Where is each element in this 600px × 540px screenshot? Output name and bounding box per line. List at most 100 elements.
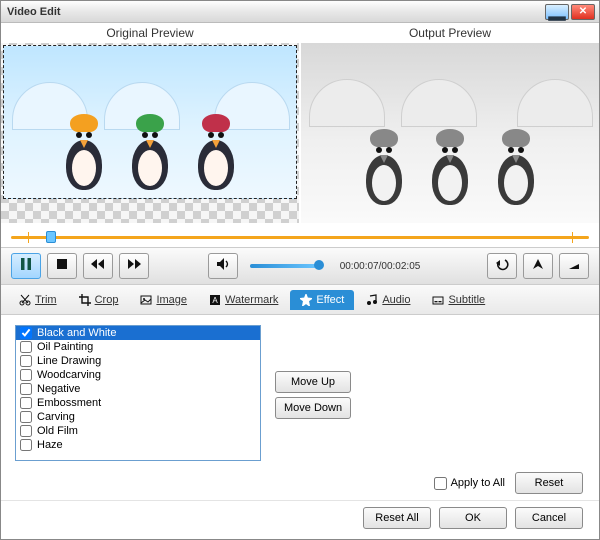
prev-frame-button[interactable] <box>83 253 113 279</box>
effect-checkbox[interactable] <box>20 439 32 451</box>
tab-watermark[interactable]: A Watermark <box>199 290 288 310</box>
effect-label: Woodcarving <box>37 369 101 381</box>
effect-row[interactable]: Negative <box>16 382 260 396</box>
reset-all-button[interactable]: Reset All <box>363 507 431 529</box>
stop-icon <box>55 257 69 276</box>
original-preview-label: Original Preview <box>1 23 299 43</box>
music-note-icon <box>366 294 378 306</box>
tab-label: Trim <box>35 294 57 306</box>
apply-to-all-checkbox[interactable]: Apply to All <box>434 477 505 490</box>
effect-checkbox[interactable] <box>20 411 32 423</box>
pause-button[interactable] <box>11 253 41 279</box>
tab-label: Effect <box>316 294 344 306</box>
tab-trim[interactable]: Trim <box>9 290 67 310</box>
scissors-icon <box>19 294 31 306</box>
subtitle-icon <box>432 294 444 306</box>
apply-to-all-label: Apply to All <box>451 477 505 489</box>
bracket-left-icon <box>531 257 545 276</box>
move-up-button[interactable]: Move Up <box>275 371 351 393</box>
svg-text:A: A <box>212 296 218 305</box>
timecode: 00:00:07/00:02:05 <box>340 261 421 272</box>
penguin-graphic <box>60 118 108 190</box>
image-icon <box>140 294 152 306</box>
dialog-buttons: Reset All OK Cancel <box>1 500 599 539</box>
close-button[interactable]: ✕ <box>571 4 595 20</box>
output-frame <box>301 43 599 223</box>
penguin-graphic <box>192 118 240 190</box>
effect-row[interactable]: Oil Painting <box>16 340 260 354</box>
step-forward-icon <box>127 257 141 276</box>
effect-row[interactable]: Black and White <box>16 326 260 340</box>
pause-icon <box>19 257 33 276</box>
effect-row[interactable]: Embossment <box>16 396 260 410</box>
effect-checkbox[interactable] <box>20 327 32 339</box>
effect-row[interactable]: Old Film <box>16 424 260 438</box>
effect-label: Line Drawing <box>37 355 101 367</box>
tab-effect[interactable]: Effect <box>290 290 354 310</box>
effect-checkbox[interactable] <box>20 355 32 367</box>
effect-row[interactable]: Carving <box>16 410 260 424</box>
igloo-icon <box>401 79 477 127</box>
effect-panel: Black and White Oil Painting Line Drawing W… <box>1 315 599 470</box>
ok-button[interactable]: OK <box>439 507 507 529</box>
igloo-icon <box>517 79 593 127</box>
effect-checkbox[interactable] <box>20 369 32 381</box>
undo-icon <box>495 257 509 276</box>
edit-tabs: Trim Crop Image AWatermark Effect Audio … <box>1 285 599 315</box>
penguin-graphic <box>426 133 474 205</box>
playhead-handle[interactable] <box>46 231 56 243</box>
mark-in-button[interactable] <box>523 253 553 279</box>
star-icon <box>300 294 312 306</box>
effect-checkbox[interactable] <box>20 341 32 353</box>
penguin-graphic <box>492 133 540 205</box>
original-frame <box>3 45 297 199</box>
reset-button[interactable]: Reset <box>515 472 583 494</box>
mark-out-button[interactable] <box>559 253 589 279</box>
tab-label: Watermark <box>225 294 278 306</box>
igloo-icon <box>309 79 385 127</box>
tab-label: Image <box>156 294 187 306</box>
tab-label: Crop <box>95 294 119 306</box>
tab-image[interactable]: Image <box>130 290 197 310</box>
effect-label: Embossment <box>37 397 101 409</box>
move-down-button[interactable]: Move Down <box>275 397 351 419</box>
preview-row: Original Preview Output Preview <box>1 23 599 223</box>
effect-label: Oil Painting <box>37 341 93 353</box>
tab-subtitle[interactable]: Subtitle <box>422 290 495 310</box>
speaker-icon <box>216 257 230 276</box>
tab-crop[interactable]: Crop <box>69 290 129 310</box>
penguin-graphic <box>126 118 174 190</box>
effect-row[interactable]: Line Drawing <box>16 354 260 368</box>
penguin-graphic <box>360 133 408 205</box>
window-title: Video Edit <box>5 6 543 18</box>
effect-footer: Apply to All Reset <box>1 470 599 500</box>
effect-checkbox[interactable] <box>20 425 32 437</box>
mute-button[interactable] <box>208 253 238 279</box>
effect-label: Carving <box>37 411 75 423</box>
text-icon: A <box>209 294 221 306</box>
output-preview-label: Output Preview <box>301 23 599 43</box>
timeline[interactable] <box>11 227 589 247</box>
effect-list[interactable]: Black and White Oil Painting Line Drawing W… <box>15 325 261 461</box>
effect-label: Haze <box>37 439 63 451</box>
effect-checkbox[interactable] <box>20 383 32 395</box>
effect-label: Negative <box>37 383 80 395</box>
volume-slider[interactable] <box>250 264 320 268</box>
titlebar: Video Edit ✕ <box>1 1 599 23</box>
tab-audio[interactable]: Audio <box>356 290 420 310</box>
video-edit-window: Video Edit ✕ Original Preview Output Pre… <box>0 0 600 540</box>
effect-row[interactable]: Haze <box>16 438 260 452</box>
next-frame-button[interactable] <box>119 253 149 279</box>
effect-label: Black and White <box>37 327 116 339</box>
output-preview[interactable] <box>301 43 599 223</box>
bracket-right-icon <box>567 257 581 276</box>
undo-button[interactable] <box>487 253 517 279</box>
effect-row[interactable]: Woodcarving <box>16 368 260 382</box>
cancel-button[interactable]: Cancel <box>515 507 583 529</box>
effect-checkbox[interactable] <box>20 397 32 409</box>
stop-button[interactable] <box>47 253 77 279</box>
step-back-icon <box>91 257 105 276</box>
original-preview[interactable] <box>1 43 299 223</box>
playback-controls: 00:00:07/00:02:05 <box>1 247 599 285</box>
minimize-button[interactable] <box>545 4 569 20</box>
